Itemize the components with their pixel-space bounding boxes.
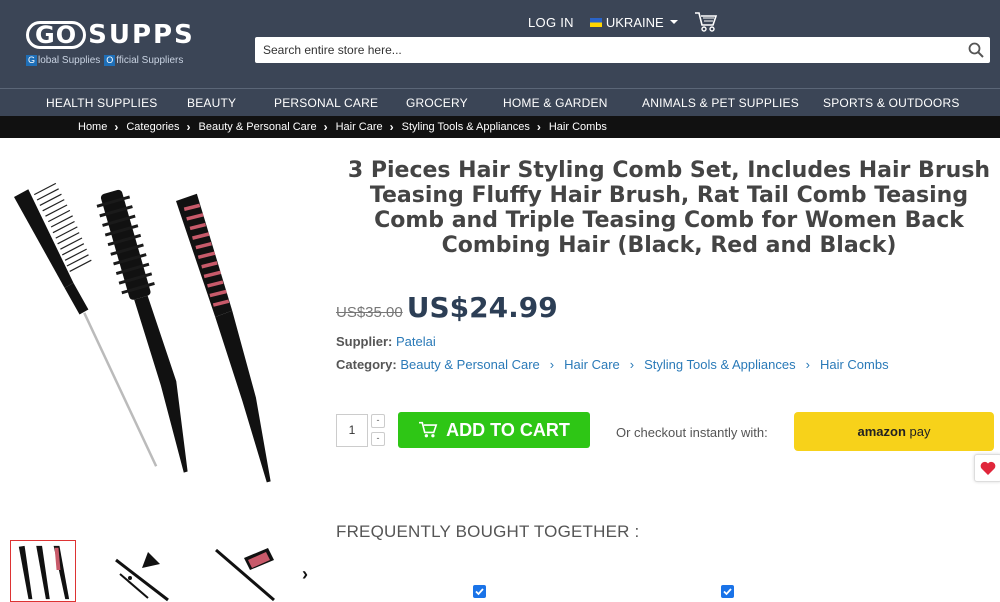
breadcrumb-home[interactable]: Home	[78, 121, 107, 133]
chevron-right-icon: ›	[114, 120, 119, 134]
ukraine-flag-icon	[589, 17, 602, 27]
chevron-right-icon[interactable]: ›	[302, 564, 308, 585]
chevron-right-icon: ›	[389, 120, 394, 134]
thumbnail-1[interactable]	[10, 540, 76, 602]
breadcrumb-styling-tools[interactable]: Styling Tools & Appliances	[402, 121, 530, 133]
search-bar	[255, 37, 990, 63]
nav-health-supplies[interactable]: HEALTH SUPPLIES	[46, 96, 157, 110]
country-selector[interactable]: UKRAINE	[589, 14, 678, 30]
tagline-global: lobal Supplies	[38, 55, 101, 66]
category-label: Category:	[336, 357, 397, 372]
category-row: Category: Beauty & Personal Care › Hair Ca…	[336, 357, 889, 372]
chevron-right-icon: ›	[186, 120, 191, 134]
category-link-styling-tools[interactable]: Styling Tools & Appliances	[644, 357, 796, 372]
current-price: US$24.99	[406, 291, 558, 324]
supplier-label: Supplier:	[336, 334, 393, 349]
old-price: US$35.00	[336, 304, 403, 321]
checkmark-icon	[475, 588, 484, 596]
breadcrumb-hair-care[interactable]: Hair Care	[336, 121, 383, 133]
product-title: 3 Pieces Hair Styling Comb Set, Includes…	[347, 158, 991, 258]
search-icon[interactable]	[968, 42, 984, 58]
chevron-right-icon: ›	[805, 357, 810, 372]
tagline-g: G	[26, 55, 37, 66]
nav-sports-outdoors[interactable]: SPORTS & OUTDOORS	[823, 96, 960, 110]
thumbnail-2[interactable]	[112, 540, 178, 602]
category-link-hair-care[interactable]: Hair Care	[564, 357, 620, 372]
cart-icon[interactable]	[694, 11, 718, 33]
logo-tagline: Global Supplies Official Suppliers	[26, 55, 195, 66]
tagline-official: fficial Suppliers	[116, 55, 184, 66]
amazon-pay-logo-amazon: amazon	[857, 424, 906, 439]
quantity-input[interactable]: 1	[336, 414, 368, 447]
chevron-right-icon: ›	[549, 357, 555, 372]
tagline-o: O	[104, 55, 116, 66]
checkmark-icon	[723, 588, 732, 596]
chevron-right-icon: ›	[629, 357, 635, 372]
breadcrumb: Home › Categories › Beauty & Personal Care…	[0, 116, 1000, 138]
wishlist-button[interactable]	[974, 454, 1000, 482]
nav-personal-care[interactable]: PERSONAL CARE	[274, 96, 378, 110]
gosupps-logo[interactable]: GO SUPPS Global Supplies Official Suppli…	[26, 20, 195, 66]
heart-icon	[980, 461, 996, 475]
breadcrumb-hair-combs: Hair Combs	[548, 121, 607, 133]
quantity-increase-button[interactable]: -	[371, 414, 385, 428]
add-to-cart-label: ADD TO CART	[446, 419, 570, 440]
fbt-checkbox-2[interactable]	[721, 585, 734, 598]
nav-beauty[interactable]: BEAUTY	[187, 96, 236, 110]
add-to-cart-button[interactable]: ADD TO CART	[398, 412, 590, 448]
thumbnail-strip	[10, 540, 280, 602]
supplier-link[interactable]: Patelai	[396, 334, 436, 349]
checkout-instantly-text: Or checkout instantly with:	[616, 425, 768, 440]
nav-animals-pet-supplies[interactable]: ANIMALS & PET SUPPLIES	[642, 96, 799, 110]
nav-home-garden[interactable]: HOME & GARDEN	[503, 96, 608, 110]
main-nav: HEALTH SUPPLIES BEAUTY PERSONAL CARE GRO…	[0, 88, 1000, 116]
logo-supps: SUPPS	[88, 20, 195, 50]
chevron-right-icon: ›	[536, 120, 541, 134]
quantity-decrease-button[interactable]: -	[371, 432, 385, 446]
category-link-beauty[interactable]: Beauty & Personal Care	[400, 357, 539, 372]
search-input[interactable]	[255, 37, 955, 63]
chevron-right-icon: ›	[323, 120, 328, 134]
amazon-pay-logo-pay: pay	[909, 424, 931, 439]
frequently-bought-together-heading: FREQUENTLY BOUGHT TOGETHER :	[336, 522, 640, 541]
top-links: LOG IN UKRAINE	[528, 11, 718, 33]
logo-go: GO	[26, 21, 87, 49]
amazon-pay-button[interactable]: amazon pay	[794, 412, 994, 451]
category-link-hair-combs[interactable]: Hair Combs	[820, 357, 889, 372]
chevron-down-icon	[669, 20, 678, 24]
login-link[interactable]: LOG IN	[528, 15, 574, 30]
breadcrumb-categories[interactable]: Categories	[126, 121, 179, 133]
nav-grocery[interactable]: GROCERY	[406, 96, 468, 110]
site-header: GO SUPPS Global Supplies Official Suppli…	[0, 0, 1000, 88]
price-row: US$35.00 US$24.99	[336, 291, 558, 324]
cart-icon	[419, 421, 438, 438]
breadcrumb-beauty[interactable]: Beauty & Personal Care	[199, 121, 317, 133]
product-main-image[interactable]	[0, 165, 320, 495]
thumbnail-3[interactable]	[214, 540, 280, 602]
supplier-row: Supplier: Patelai	[336, 334, 436, 349]
fbt-checkbox-1[interactable]	[473, 585, 486, 598]
country-label: UKRAINE	[605, 14, 664, 30]
